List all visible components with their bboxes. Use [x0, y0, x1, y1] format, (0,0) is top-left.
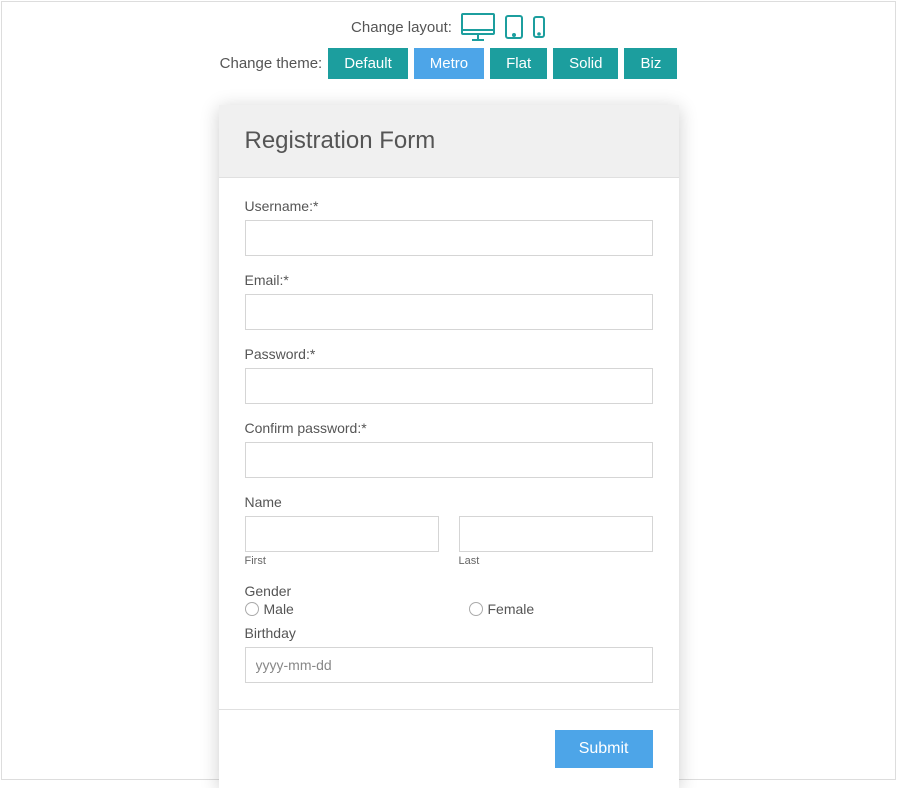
theme-button-biz[interactable]: Biz: [624, 48, 677, 79]
theme-label: Change theme:: [220, 55, 323, 72]
theme-button-metro[interactable]: Metro: [414, 48, 484, 79]
email-label: Email:*: [245, 272, 653, 288]
gender-female-radio[interactable]: [469, 602, 483, 616]
first-name-input[interactable]: [245, 516, 439, 552]
confirm-password-label: Confirm password:*: [245, 420, 653, 436]
tablet-icon[interactable]: [504, 14, 524, 40]
last-name-input[interactable]: [459, 516, 653, 552]
gender-label: Gender: [245, 583, 653, 599]
submit-button[interactable]: Submit: [555, 730, 653, 768]
gender-male-radio[interactable]: [245, 602, 259, 616]
gender-female-label: Female: [488, 601, 535, 617]
username-label: Username:*: [245, 198, 653, 214]
form-header: Registration Form: [219, 105, 679, 178]
email-input[interactable]: [245, 294, 653, 330]
birthday-input[interactable]: [245, 647, 653, 683]
name-label: Name: [245, 494, 653, 510]
layout-label: Change layout:: [351, 19, 452, 36]
registration-form-card: Registration Form Username:* Email:* Pas…: [219, 105, 679, 788]
first-sublabel: First: [245, 555, 439, 567]
gender-male-label: Male: [264, 601, 294, 617]
desktop-icon[interactable]: [460, 12, 496, 42]
theme-button-default[interactable]: Default: [328, 48, 408, 79]
theme-button-solid[interactable]: Solid: [553, 48, 618, 79]
password-label: Password:*: [245, 346, 653, 362]
password-input[interactable]: [245, 368, 653, 404]
mobile-icon[interactable]: [532, 15, 546, 39]
birthday-label: Birthday: [245, 625, 653, 641]
confirm-password-input[interactable]: [245, 442, 653, 478]
form-title: Registration Form: [245, 127, 653, 155]
username-input[interactable]: [245, 220, 653, 256]
last-sublabel: Last: [459, 555, 653, 567]
theme-button-flat[interactable]: Flat: [490, 48, 547, 79]
